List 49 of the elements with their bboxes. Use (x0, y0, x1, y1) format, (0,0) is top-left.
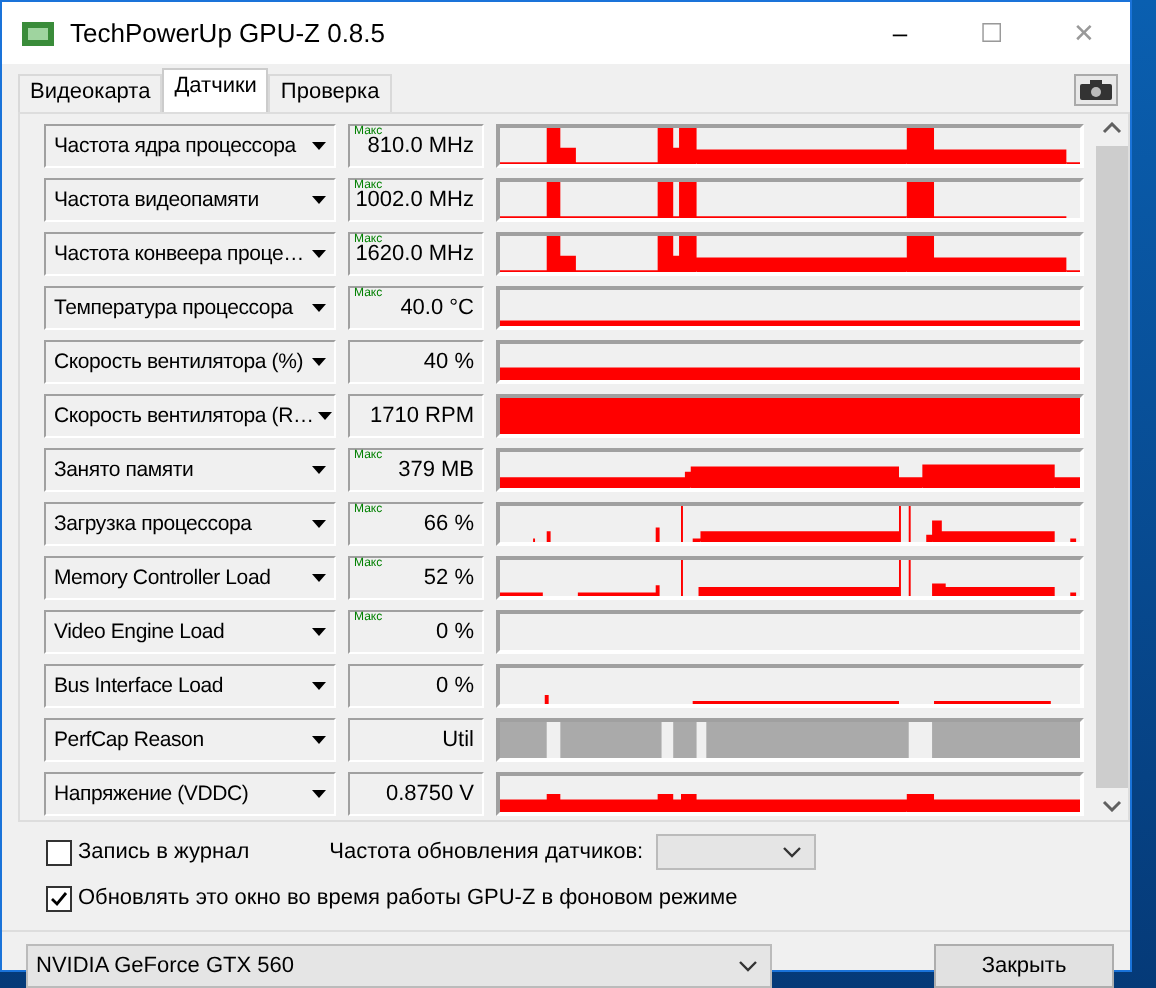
caret-icon (312, 465, 326, 473)
sensor-dropdown[interactable]: Загрузка процессора (44, 501, 336, 545)
caret-icon (312, 519, 326, 527)
caret-icon (312, 303, 326, 311)
caret-icon (312, 789, 326, 797)
sensor-dropdown[interactable]: Частота конвеера проце… (44, 231, 336, 275)
sensor-value: 0 % (348, 663, 484, 707)
camera-button[interactable] (1074, 74, 1118, 106)
caret-icon (312, 573, 326, 581)
caret-icon (317, 411, 332, 419)
chevron-icon (738, 960, 758, 972)
window-title: TechPowerUp GPU-Z 0.8.5 (70, 18, 386, 48)
minimize-button[interactable]: – (854, 18, 946, 48)
sensor-dropdown[interactable]: PerfCap Reason (44, 717, 336, 761)
checkbox-label: Запись в журнал (78, 840, 250, 864)
app-icon (22, 21, 54, 45)
sensor-dropdown[interactable]: Температура процессора (44, 285, 336, 329)
caret-icon (312, 195, 326, 203)
caret-icon (312, 627, 326, 635)
tab[interactable]: Датчики (162, 68, 269, 112)
scroll-up-icon[interactable] (1101, 122, 1121, 134)
close-window-button[interactable]: Закрыть (934, 944, 1114, 988)
log-checkbox[interactable] (46, 839, 72, 865)
sensor-value: 0.8750 V (348, 771, 484, 815)
caret-icon (312, 249, 326, 257)
sensor-dropdown[interactable]: Скорость вентилятора (R… (44, 393, 336, 437)
sensor-dropdown[interactable]: Скорость вентилятора (%) (44, 339, 336, 383)
chevron-icon (781, 846, 802, 858)
caret-icon (312, 681, 326, 689)
sensor-dropdown[interactable]: Memory Controller Load (44, 555, 336, 599)
refresh-label: Частота обновления датчиков: (329, 840, 644, 864)
caret-icon (312, 735, 326, 743)
sensor-dropdown[interactable]: Частота ядра процессора (44, 123, 336, 167)
background-checkbox[interactable] (46, 885, 72, 911)
tab[interactable]: Видеокарта (18, 74, 163, 112)
sensor-dropdown[interactable]: Bus Interface Load (44, 663, 336, 707)
sensor-dropdown[interactable]: Video Engine Load (44, 609, 336, 653)
sensor-dropdown[interactable]: Напряжение (VDDC) (44, 771, 336, 815)
sensor-dropdown[interactable]: Частота видеопамяти (44, 177, 336, 221)
tab[interactable]: Проверка (268, 74, 392, 112)
checkbox-label: Обновлять это окно во время работы GPU-Z в фоновом режиме (78, 886, 738, 910)
sensor-value: 40 % (348, 339, 484, 383)
sensor-value: Util (348, 717, 484, 761)
sensor-value: 1710 RPM (348, 393, 484, 437)
scroll-down-icon[interactable] (1101, 800, 1121, 812)
caret-icon (312, 357, 326, 365)
sensor-dropdown[interactable]: Занято памяти (44, 447, 336, 491)
device-dropdown[interactable]: NVIDIA GeForce GTX 560 (26, 944, 772, 988)
caret-icon (312, 141, 326, 149)
